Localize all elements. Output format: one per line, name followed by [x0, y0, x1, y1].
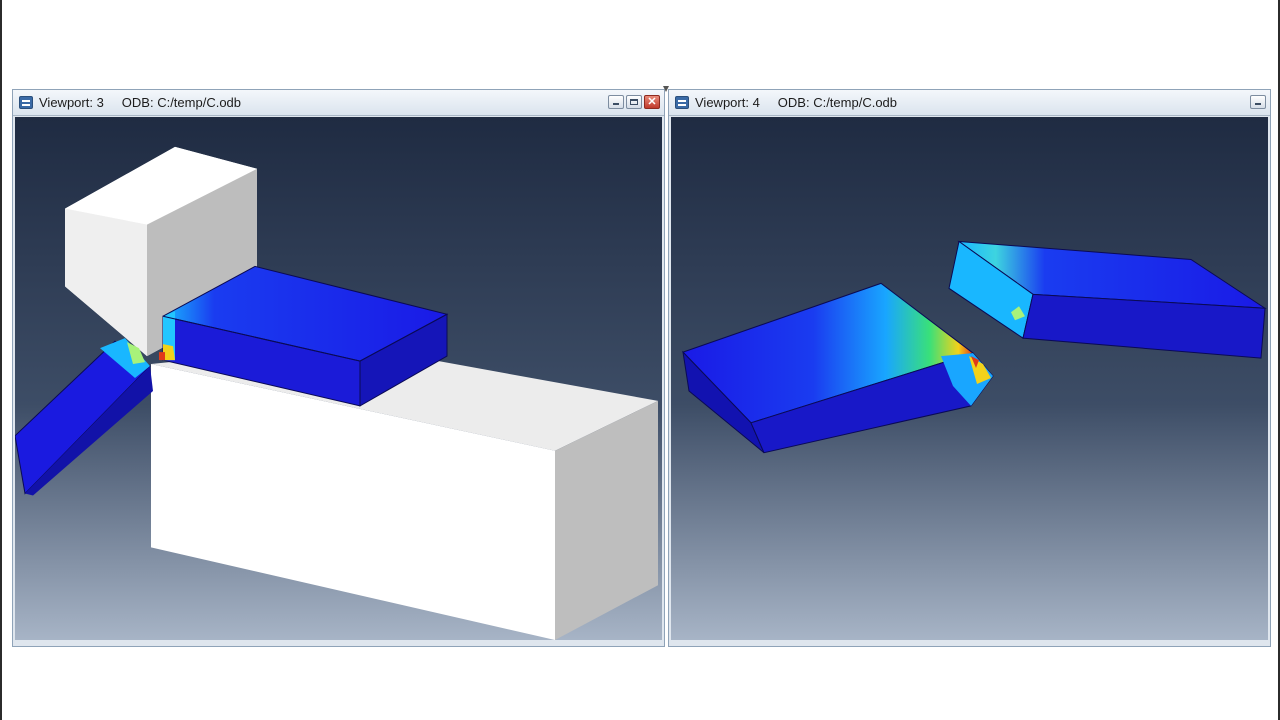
- viewport-3-canvas[interactable]: [15, 117, 662, 640]
- viewport-3-odb-path: ODB: C:/temp/C.odb: [121, 95, 242, 110]
- viewport-3-name: Viewport: 3: [39, 95, 104, 110]
- viewport-4-canvas[interactable]: [671, 117, 1268, 640]
- viewport-4-window-controls: [1250, 95, 1266, 109]
- viewport-icon[interactable]: [675, 96, 689, 109]
- minimize-icon[interactable]: [608, 95, 624, 109]
- close-icon[interactable]: ✕: [644, 95, 660, 109]
- viewport-4-odb-path: ODB: C:/temp/C.odb: [777, 95, 898, 110]
- viewport-3-titlebar[interactable]: Viewport: 3 ODB: C:/temp/C.odb ✕: [13, 90, 664, 116]
- viewport-3-scene: [15, 117, 662, 640]
- maximize-icon[interactable]: [626, 95, 642, 109]
- page-left-border: [0, 0, 2, 720]
- viewport-4-scene: [671, 117, 1268, 640]
- minimize-icon[interactable]: [1250, 95, 1266, 109]
- viewport-3-window-controls: ✕: [608, 95, 660, 109]
- viewport-icon[interactable]: [19, 96, 33, 109]
- viewport-4-titlebar[interactable]: Viewport: 4 ODB: C:/temp/C.odb: [669, 90, 1270, 116]
- viewport-4-window[interactable]: Viewport: 4 ODB: C:/temp/C.odb: [668, 89, 1271, 647]
- viewport-3-window[interactable]: Viewport: 3 ODB: C:/temp/C.odb ✕: [12, 89, 665, 647]
- viewport-4-name: Viewport: 4: [695, 95, 760, 110]
